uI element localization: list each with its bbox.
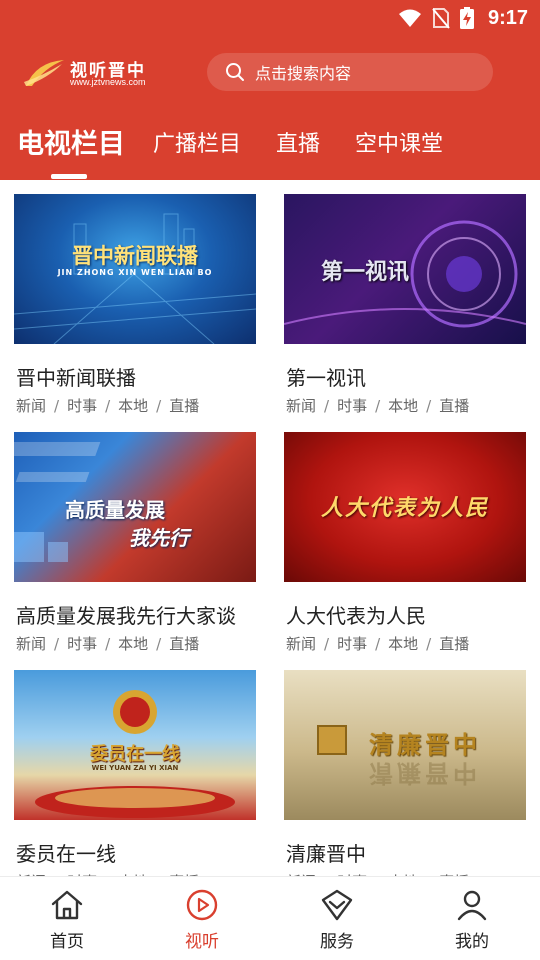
category-tabs: 电视栏目 广播栏目 直播 空中课堂 [0,122,540,180]
program-thumbnail: 第一视讯 [284,194,526,344]
program-tags: 新闻/时事/本地/直播 [286,635,470,653]
nav-service[interactable]: 服务 [297,887,377,952]
tag: 本地 [388,635,419,653]
profile-icon [457,890,487,921]
program-card[interactable]: 晋中新闻联播 JIN ZHONG XIN WEN LIAN BO 晋中新闻联播 … [14,194,256,416]
program-card[interactable]: 委员在一线 WEI YUAN ZAI YI XIAN 委员在一线 新闻/时事/本… [14,670,256,876]
nav-label: 服务 [320,932,354,952]
program-card[interactable]: 第一视讯 第一视讯 新闻 / 时事 / 本地 / 直播 [284,194,526,416]
tag: 本地 [118,635,149,653]
program-title: 清廉晋中 [286,842,366,866]
tag: 本地 [388,397,419,415]
wifi-icon [398,9,421,27]
active-tab-indicator [51,174,87,179]
program-card[interactable]: 人大代表为人民 人大代表为人民 新闻 / 时事 / 本地 / 直播 [284,432,526,654]
tag: 新闻 [16,635,47,653]
no-sim-icon [432,8,450,29]
tab-tv-programs[interactable]: 电视栏目 [17,122,125,161]
tag: 新闻 [286,397,317,415]
tag: 直播 [169,635,200,653]
status-time: 9:17 [487,6,528,29]
nav-label: 视听 [185,932,219,952]
program-card[interactable]: 清廉晋中 清廉晋中 清廉晋中 新闻/时事/本地/直播 [284,670,526,876]
program-thumbnail: 委员在一线 WEI YUAN ZAI YI XIAN [14,670,256,820]
program-title: 高质量发展我先行大家谈 [16,604,236,628]
service-icon [321,889,353,921]
program-card[interactable]: 高质量发展 我先行 高质量发展我先行大家谈 新闻 / 时事 / 本地 / 直播 [14,432,256,654]
status-bar: 9:17 [0,0,540,36]
tab-live[interactable]: 直播 [276,126,320,158]
nav-profile[interactable]: 我的 [432,887,512,952]
program-thumbnail: 人大代表为人民 [284,432,526,582]
program-thumbnail: 清廉晋中 清廉晋中 [284,670,526,820]
tag: 新闻 [16,397,47,415]
app-header: 9:17 视听晋中 www.jztvnews.com 点击搜索内容 电视栏目 广… [0,0,540,180]
tab-air-classroom[interactable]: 空中课堂 [355,126,443,158]
program-title: 第一视讯 [286,366,366,390]
logo-url: www.jztvnews.com [70,77,146,87]
program-tags: 新闻/时事/本地/直播 [16,635,200,653]
thumbnail-title: 委员在一线 [90,744,180,765]
battery-charging-icon [459,7,474,29]
search-placeholder: 点击搜索内容 [255,64,352,83]
tag: 本地 [118,397,149,415]
program-thumbnail: 晋中新闻联播 JIN ZHONG XIN WEN LIAN BO [14,194,256,344]
nav-label: 首页 [50,932,84,952]
tag: 时事 [337,397,368,415]
search-icon [226,63,244,81]
thumbnail-subtitle: JIN ZHONG XIN WEN LIAN BO [57,268,213,277]
play-icon [186,889,218,921]
tag: 新闻 [286,635,317,653]
tag: 时事 [67,397,98,415]
program-title: 晋中新闻联播 [16,366,136,390]
program-tags: 新闻/时事/本地/直播 [16,397,200,415]
search-bar[interactable]: 点击搜索内容 [207,53,493,91]
status-icons: 9:17 [398,6,528,30]
logo-swoosh-icon [24,60,64,86]
program-thumbnail: 高质量发展 我先行 [14,432,256,582]
thumbnail-title: 晋中新闻联播 [72,244,198,268]
bottom-navigation: 首页 视听 服务 我的 [0,876,540,960]
thumbnail-title: 人大代表为人民 [320,495,489,521]
tag: 直播 [439,635,470,653]
app-logo[interactable]: 视听晋中 www.jztvnews.com [22,56,172,90]
tag: 直播 [169,397,200,415]
thumbnail-title: 清廉晋中 [369,730,481,759]
tag: 时事 [67,635,98,653]
tag: 直播 [439,397,470,415]
nav-media[interactable]: 视听 [162,887,242,952]
thumbnail-title: 第一视讯 [320,260,409,285]
nav-home[interactable]: 首页 [27,887,107,952]
tab-radio-programs[interactable]: 广播栏目 [153,126,241,158]
nav-label: 我的 [455,932,489,952]
program-grid: 晋中新闻联播 JIN ZHONG XIN WEN LIAN BO 晋中新闻联播 … [0,180,540,876]
program-tags: 新闻/时事/本地/直播 [286,397,470,415]
thumbnail-title-line2: 我先行 [129,526,189,550]
thumbnail-subtitle: WEI YUAN ZAI YI XIAN [91,764,179,772]
program-title: 委员在一线 [16,842,116,866]
tag: 时事 [337,635,368,653]
thumbnail-reflection: 清廉晋中 [369,759,481,788]
program-title: 人大代表为人民 [286,604,426,628]
thumbnail-title: 高质量发展 [65,498,165,522]
home-icon [51,890,83,920]
